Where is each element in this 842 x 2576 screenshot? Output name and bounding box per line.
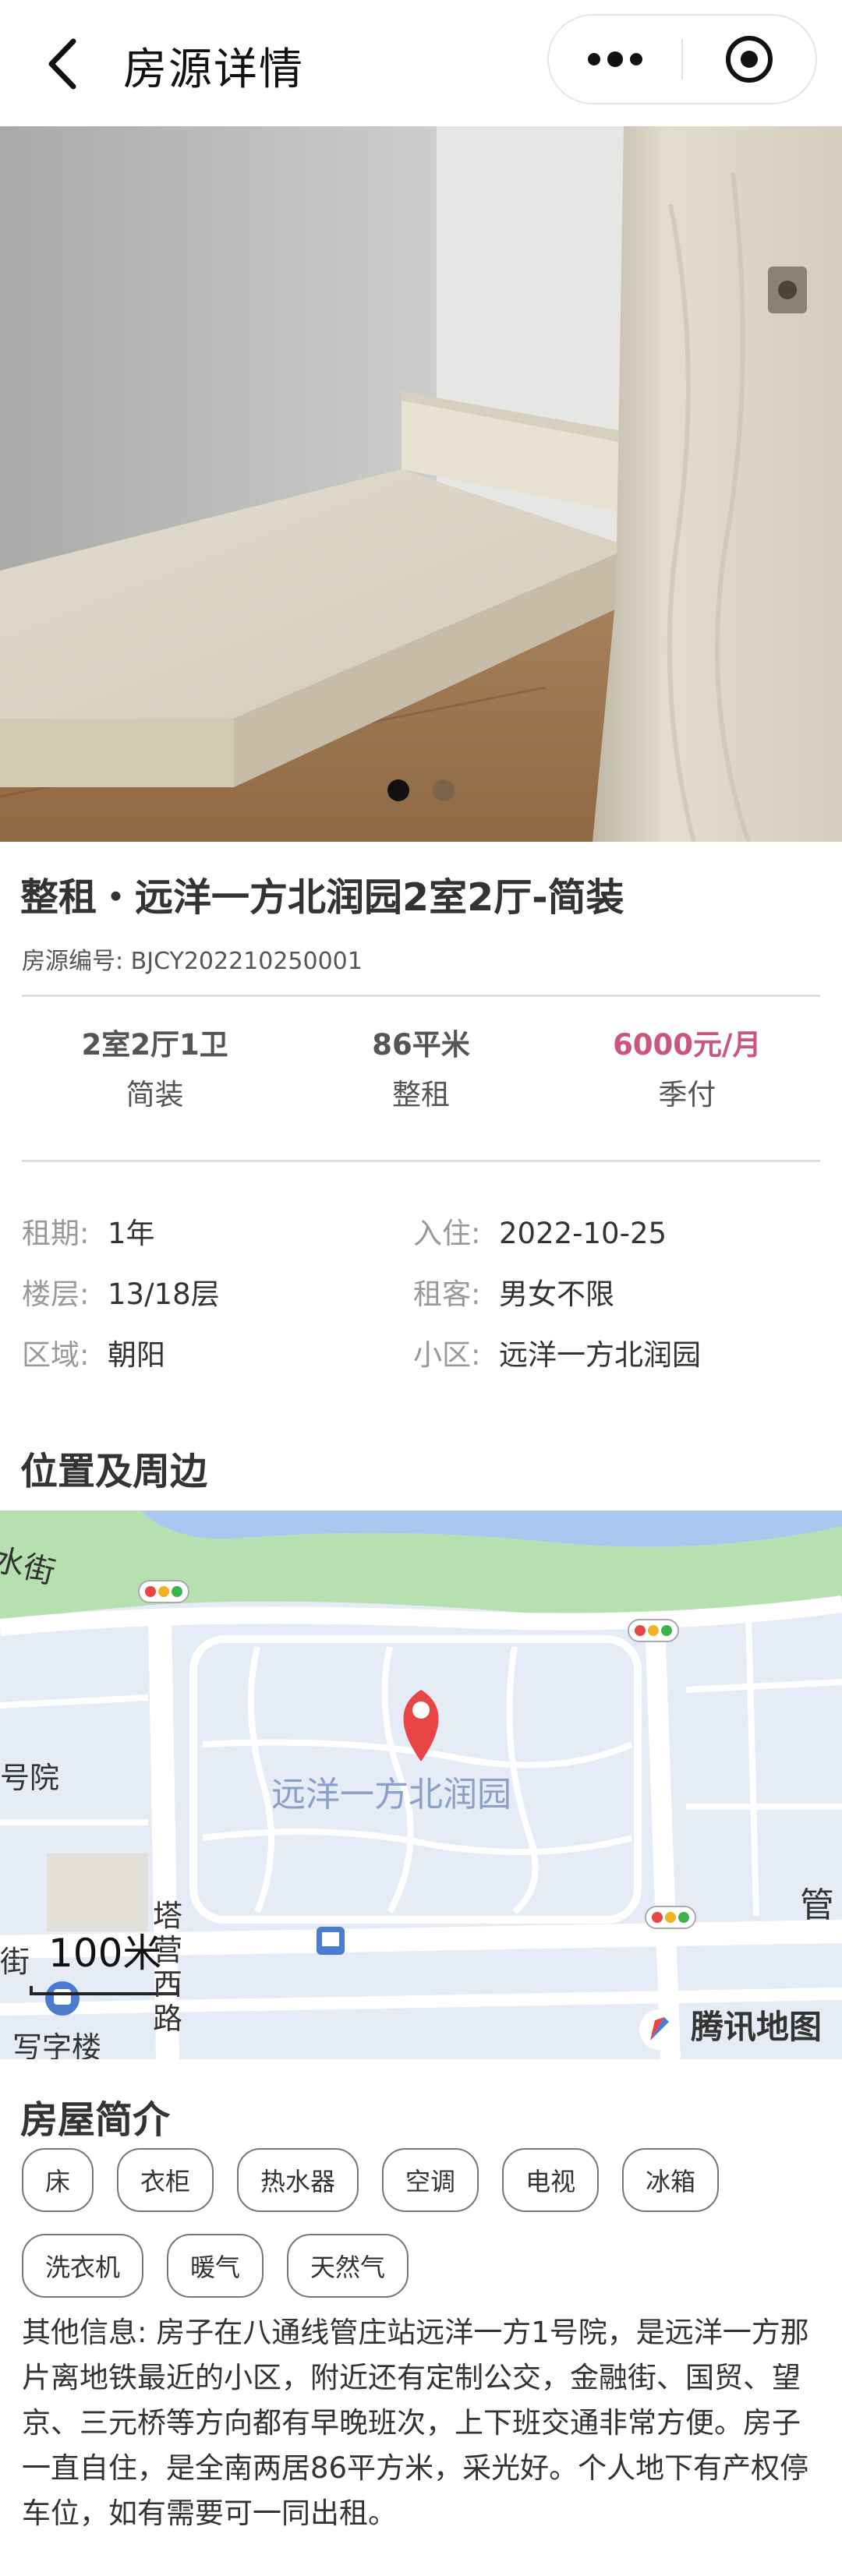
map-edge-label: 管 — [800, 1885, 834, 1925]
back-button[interactable] — [31, 33, 94, 95]
listing-description: 其他信息: 房子在八通线管庄站远洋一方1号院，是远洋一方那片离地铁最近的小区，附… — [22, 2316, 809, 2530]
map-place-label: 远洋一方北润园 — [271, 1775, 511, 1815]
detail-community: 小区: 远洋一方北润园 — [413, 1338, 701, 1372]
divider — [22, 1160, 820, 1162]
detail-district: 区域: 朝阳 — [22, 1338, 165, 1372]
stat-area-sub: 整租 — [391, 1078, 450, 1111]
details-grid: 租期: 1年 入住: 2022-10-25 楼层: 13/18层 租客: 男女不… — [22, 1210, 820, 1392]
room-photo — [0, 126, 842, 842]
amenity-tag: 洗衣机 — [22, 2234, 144, 2298]
mini-program-capsule — [547, 14, 817, 104]
listing-title: 整租・远洋一方北润园2室2厅-简装 — [20, 875, 624, 920]
stat-area-main: 86平米 — [372, 1028, 470, 1062]
carousel-dot-1[interactable] — [387, 779, 409, 801]
stat-price-main: 6000元/月 — [613, 1028, 762, 1062]
target-circle-icon — [726, 36, 773, 83]
amenity-tags: 床 衣柜 热水器 空调 电视 冰箱 洗衣机 暖气 天然气 — [22, 2148, 825, 2298]
close-button[interactable] — [683, 16, 815, 103]
map-area-label: 号院 — [0, 1761, 60, 1795]
amenity-tag: 床 — [22, 2148, 94, 2212]
listing-detail-page: 房源详情 整租・远洋一方北润园2室2厅-简装 房源编号: BJCY2022102… — [0, 0, 842, 2576]
amenity-tag: 冰箱 — [622, 2148, 720, 2212]
location-map[interactable]: 远洋一方北润园 水街 号院 塔营西路 写字楼 管 街 100米 腾讯地图 — [0, 1511, 842, 2059]
carousel-indicator — [0, 779, 842, 801]
stat-price: 6000元/月 季付 — [554, 1021, 820, 1113]
room-photo-carousel[interactable] — [0, 126, 842, 842]
detail-move-in: 入住: 2022-10-25 — [413, 1217, 667, 1250]
traffic-light-icon — [138, 1580, 189, 1603]
map-building-label: 写字楼 — [12, 2030, 102, 2059]
location-heading: 位置及周边 — [20, 1450, 208, 1493]
map-scale-label: 100米 — [48, 1931, 162, 1976]
stat-layout-sub: 简装 — [126, 1078, 184, 1111]
divider — [22, 995, 820, 997]
carousel-dot-2[interactable] — [433, 779, 455, 801]
intro-heading: 房屋简介 — [20, 2098, 171, 2142]
amenity-tag: 衣柜 — [117, 2148, 214, 2212]
nav-bar: 房源详情 — [0, 0, 842, 126]
amenity-tag: 热水器 — [237, 2148, 359, 2212]
detail-tenant: 租客: 男女不限 — [413, 1277, 614, 1311]
amenity-tag: 空调 — [382, 2148, 479, 2212]
compass-icon — [642, 2004, 685, 2046]
more-dots-icon — [588, 51, 642, 67]
chevron-left-icon — [48, 38, 76, 90]
detail-lease-term: 租期: 1年 — [22, 1217, 155, 1250]
map-edge-label-street: 街 — [0, 1945, 30, 1979]
amenity-tag: 暖气 — [167, 2234, 264, 2298]
more-button[interactable] — [549, 16, 681, 103]
key-stats: 2室2厅1卫 简装 86平米 整租 6000元/月 季付 — [22, 1021, 820, 1113]
map-provider-name: 腾讯地图 — [690, 2008, 822, 2046]
stat-layout-main: 2室2厅1卫 — [81, 1028, 228, 1062]
listing-code: 房源编号: BJCY202210250001 — [22, 948, 363, 975]
amenity-tag: 天然气 — [287, 2234, 409, 2298]
stat-price-sub: 季付 — [658, 1078, 716, 1111]
stat-layout: 2室2厅1卫 简装 — [22, 1021, 288, 1113]
map-provider-logo[interactable]: 腾讯地图 — [642, 2001, 822, 2048]
page-title: 房源详情 — [123, 44, 304, 95]
stat-area: 86平米 整租 — [288, 1021, 554, 1113]
detail-floor: 楼层: 13/18层 — [22, 1277, 220, 1311]
amenity-tag: 电视 — [502, 2148, 600, 2212]
